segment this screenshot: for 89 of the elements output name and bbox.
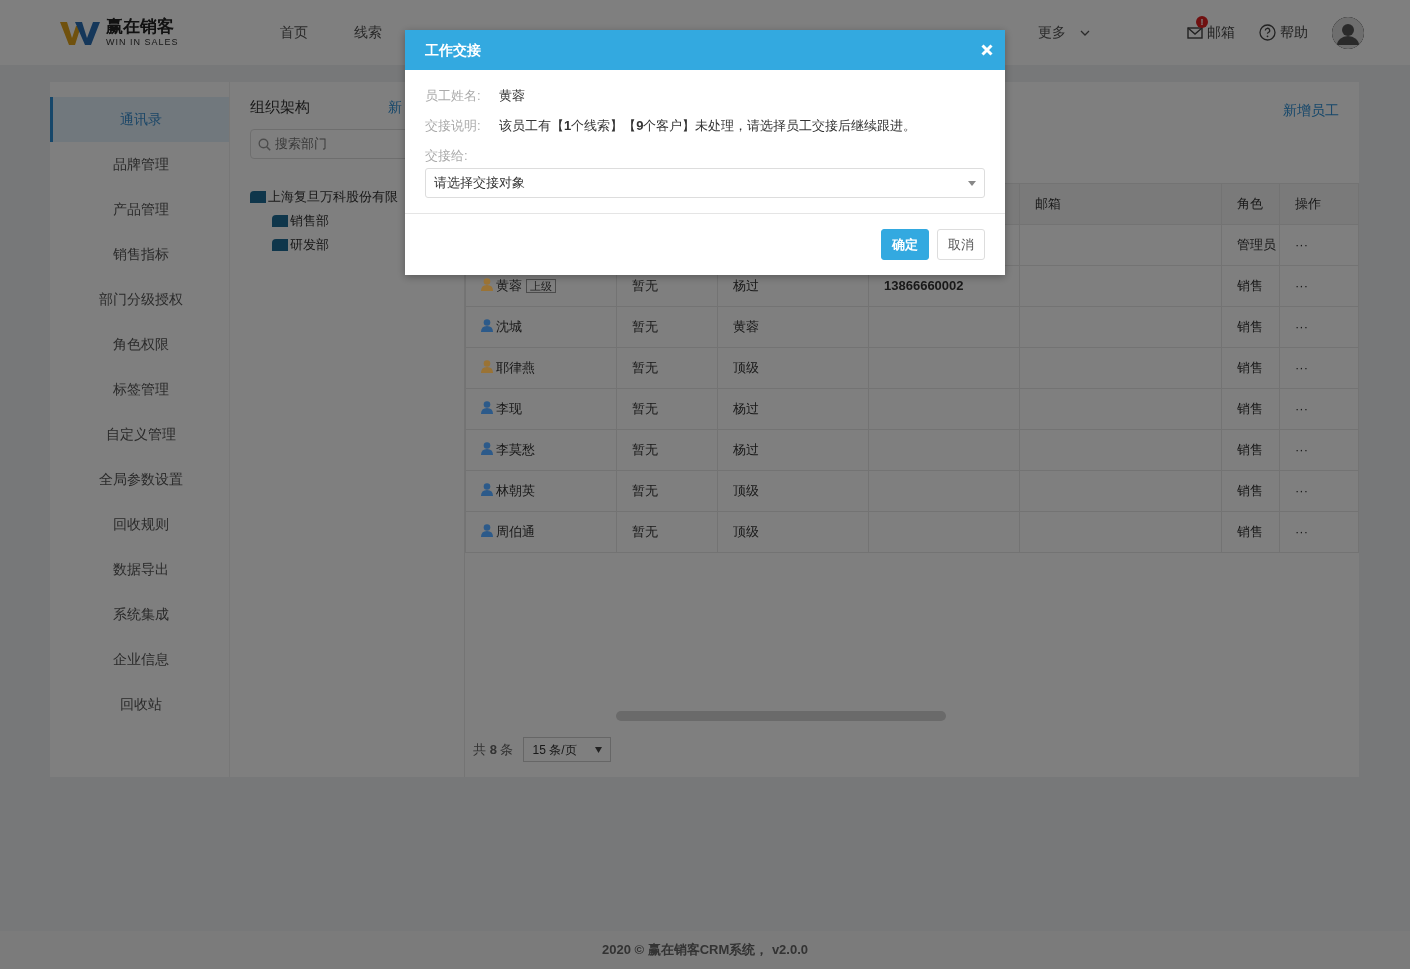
column-header: 邮箱 [1019, 183, 1222, 225]
table-cell: 销售 [1221, 470, 1280, 512]
table-cell: 暂无 [616, 511, 718, 553]
total-count: 共 8 条 [473, 740, 514, 759]
table-cell: 暂无 [616, 306, 718, 348]
field-value: 黄蓉 [499, 87, 525, 105]
logo-name: 赢在销客 [106, 18, 175, 35]
table-cell: 管理员 [1221, 224, 1280, 266]
help-icon [1259, 24, 1276, 41]
field-label: 员工姓名: [425, 87, 482, 105]
sidebar-item[interactable]: 数据导出 [50, 547, 229, 592]
sidebar-item[interactable]: 部门分级授权 [50, 277, 229, 322]
sidebar-item[interactable]: 回收规则 [50, 502, 229, 547]
table-cell: 暂无 [616, 470, 718, 512]
copyright-text: 2020 © 赢在销客CRM系统， v2.0.0 [601, 941, 809, 960]
sidebar-item[interactable]: 全局参数设置 [50, 457, 229, 502]
table-cell: 销售 [1221, 347, 1280, 389]
folder-icon [272, 238, 288, 251]
more-actions[interactable]: ··· [1279, 470, 1359, 512]
table-cell: 杨过 [717, 388, 869, 430]
add-employee-link[interactable]: 新增员工 [1283, 100, 1339, 120]
more-actions[interactable]: ··· [1279, 306, 1359, 348]
sidebar-item[interactable]: 系统集成 [50, 592, 229, 637]
more-actions[interactable]: ··· [1279, 224, 1359, 266]
employee-name-cell: 李现 [465, 388, 617, 430]
sidebar-item[interactable]: 角色权限 [50, 322, 229, 367]
panel-title: 组织架构 [250, 97, 310, 117]
logo-icon [60, 19, 102, 46]
employee-name-cell: 林朝英 [465, 470, 617, 512]
table-cell: 顶级 [717, 511, 869, 553]
field-value: 该员工有【1个线索】【9个客户】未处理，请选择员工交接后继续跟进。 [499, 117, 917, 135]
folder-icon [272, 214, 288, 227]
more-menu[interactable]: 更多 [1014, 22, 1113, 43]
table-cell: 销售 [1221, 511, 1280, 553]
employee-name-cell: 沈城 [465, 306, 617, 348]
sidebar-item[interactable]: 品牌管理 [50, 142, 229, 187]
table-cell: 销售 [1221, 429, 1280, 471]
mail-icon [1187, 26, 1203, 39]
field-label: 交接给: [425, 147, 469, 165]
table-cell: 暂无 [616, 347, 718, 389]
more-actions[interactable]: ··· [1279, 265, 1359, 307]
help-link[interactable]: 帮助 [1259, 22, 1308, 43]
close-button[interactable] [979, 42, 995, 58]
chevron-icon [1079, 29, 1090, 36]
table-cell: 顶级 [717, 470, 869, 512]
table-cell: 顶级 [717, 347, 869, 389]
table-cell: 暂无 [616, 429, 718, 471]
notification-badge: ! [1196, 16, 1208, 28]
sidebar-item[interactable]: 销售指标 [50, 232, 229, 277]
table-cell: 暂无 [616, 388, 718, 430]
nav-link[interactable]: 首页 [273, 22, 331, 43]
page-size-select[interactable]: 15 条/页 [523, 737, 611, 762]
cancel-button[interactable]: 取消 [937, 229, 985, 260]
assignee-select[interactable]: 请选择交接对象 [425, 168, 985, 198]
tree-item[interactable]: 销售部 [250, 208, 464, 233]
more-actions[interactable]: ··· [1279, 347, 1359, 389]
table-cell: 黄蓉 [717, 306, 869, 348]
employee-name-cell: 耶律燕 [465, 347, 617, 389]
column-header: 操作 [1279, 183, 1359, 225]
employee-name-cell: 李莫愁 [465, 429, 617, 471]
search-icon [258, 137, 271, 151]
caret-icon [594, 746, 602, 753]
sidebar-item[interactable]: 企业信息 [50, 637, 229, 682]
table-cell: 销售 [1221, 306, 1280, 348]
sidebar-item[interactable]: 标签管理 [50, 367, 229, 412]
confirm-button[interactable]: 确定 [881, 229, 929, 260]
close-icon [981, 44, 993, 56]
nav-link[interactable]: 线索 [330, 22, 405, 43]
more-actions[interactable]: ··· [1279, 388, 1359, 430]
field-label: 交接说明: [425, 117, 482, 135]
sidebar-item[interactable]: 通讯录 [50, 97, 229, 142]
more-actions[interactable]: ··· [1279, 511, 1359, 553]
more-actions[interactable]: ··· [1279, 429, 1359, 471]
sidebar-item[interactable]: 产品管理 [50, 187, 229, 232]
add-department-link[interactable]: 新 [388, 96, 402, 118]
avatar[interactable] [1332, 16, 1364, 49]
column-header: 角色 [1221, 183, 1280, 225]
caret-icon [968, 180, 976, 186]
logo-tagline: WIN IN SALES [106, 38, 179, 47]
superior-tag: 上级 [526, 279, 556, 294]
sidebar-item[interactable]: 回收站 [50, 682, 229, 727]
table-cell: 销售 [1221, 265, 1280, 307]
table-cell: 销售 [1221, 388, 1280, 430]
table-cell: 杨过 [717, 429, 869, 471]
employee-name-cell: 周伯通 [465, 511, 617, 553]
folder-icon [250, 190, 266, 203]
tree-item[interactable]: 研发部 [250, 232, 464, 257]
sidebar-item[interactable]: 自定义管理 [50, 412, 229, 457]
dialog-title: 工作交接 [425, 40, 481, 60]
